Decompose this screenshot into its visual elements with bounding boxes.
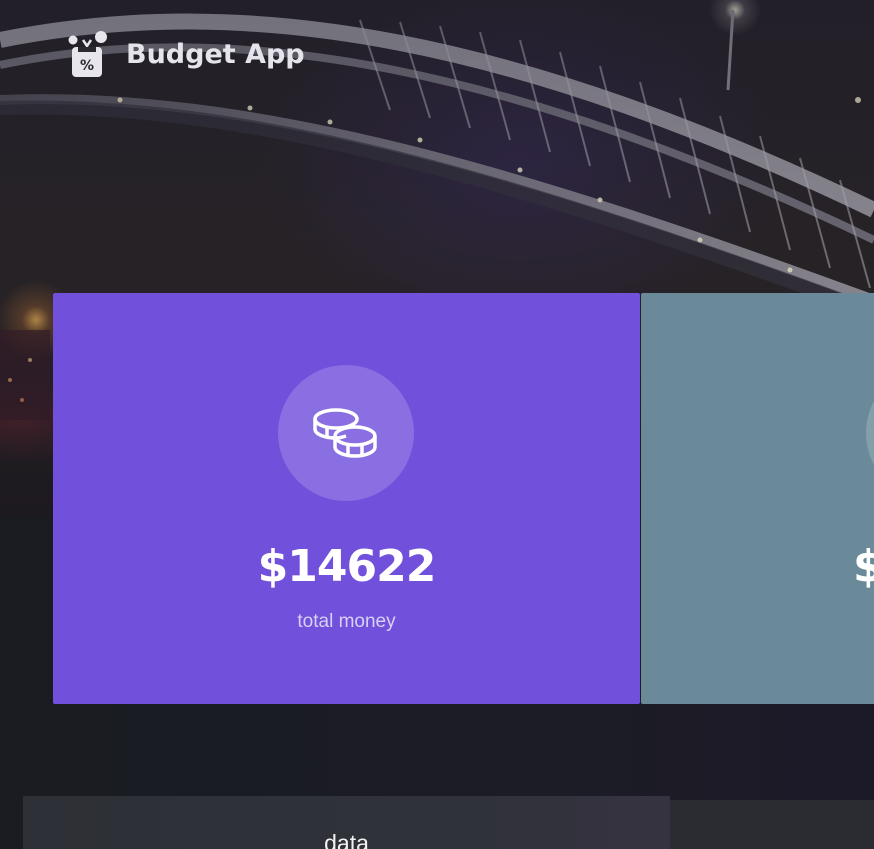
coins-icon-circle [278,365,414,501]
total-money-card[interactable]: $14622 total money [53,293,640,704]
second-card-amount: $ [853,541,874,592]
circle-icon [866,365,874,501]
data-panel: data [23,796,670,849]
app-title: Budget App [126,38,305,70]
svg-text:%: % [80,58,94,74]
budget-app-logo-icon: % [68,31,107,77]
data-panel-title: data [324,830,369,849]
total-money-amount: $14622 [257,541,437,592]
coins-icon [313,408,377,458]
total-money-caption: total money [297,611,396,632]
budget-app-page: % Budget App $14622 total money $ data [0,0,874,849]
right-panel [670,800,874,849]
second-summary-card[interactable]: $ [641,293,874,704]
app-brand[interactable]: % Budget App [66,30,305,78]
